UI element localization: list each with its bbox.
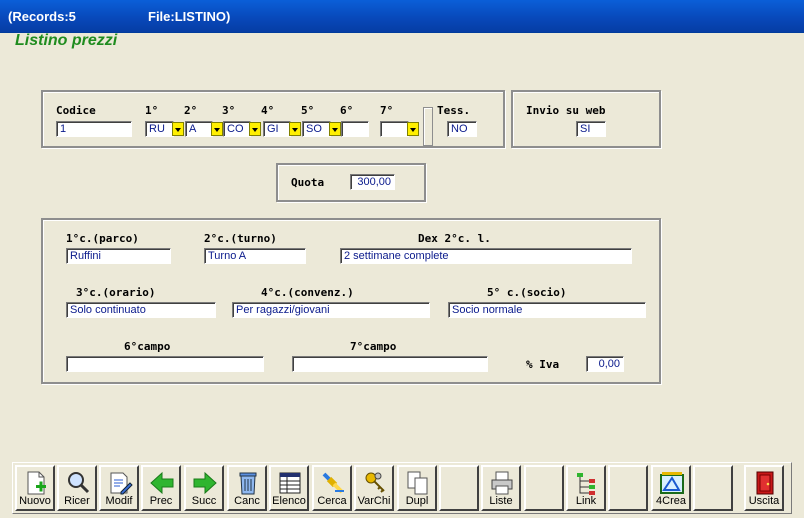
- slot-7-dropdown-icon[interactable]: [407, 122, 419, 136]
- edit-document-icon: [110, 472, 133, 495]
- parco-field[interactable]: Ruffini: [66, 248, 171, 264]
- slot-2-label: 2°: [184, 104, 198, 117]
- printer-icon: [491, 471, 513, 495]
- turno-label: 2°c.(turno): [204, 232, 277, 245]
- cerca-caption: Cerca: [317, 495, 347, 507]
- codice-field[interactable]: 1: [56, 121, 132, 137]
- quota-field[interactable]: 300,00: [350, 174, 395, 190]
- varchi-caption: VarChi: [357, 495, 391, 507]
- campo7-field[interactable]: [292, 356, 488, 372]
- modif-button[interactable]: Modif: [99, 465, 139, 511]
- title-bar: (Records:5 File:LISTINO): [0, 0, 804, 32]
- drafting-icon: [660, 472, 684, 494]
- quota-label: Quota: [291, 176, 325, 189]
- ricer-button[interactable]: Ricer: [57, 465, 97, 511]
- empty-button-4[interactable]: [693, 465, 733, 511]
- canc-caption: Canc: [234, 495, 260, 507]
- liste-caption: Liste: [489, 495, 513, 507]
- slot-6-field[interactable]: [341, 121, 369, 137]
- dex-field[interactable]: 2 settimane complete: [340, 248, 632, 264]
- duplicate-icon: [407, 471, 428, 495]
- orario-field[interactable]: Solo continuato: [66, 302, 216, 318]
- tess-field[interactable]: NO: [447, 121, 477, 137]
- empty-button-3[interactable]: [608, 465, 648, 511]
- nuovo-button[interactable]: Nuovo: [15, 465, 55, 511]
- slot-1-dropdown-icon[interactable]: [172, 122, 184, 136]
- dupl-caption: Dupl: [405, 495, 429, 507]
- prec-button[interactable]: Prec: [141, 465, 181, 511]
- arrow-left-icon: [150, 471, 174, 495]
- magnifier-icon: [68, 472, 90, 494]
- uscita-button[interactable]: Uscita: [744, 465, 784, 511]
- empty-button-2[interactable]: [524, 465, 564, 511]
- campo7-label: 7°campo: [350, 340, 397, 353]
- slot-1-label: 1°: [145, 104, 159, 117]
- orario-label: 3°c.(orario): [76, 286, 156, 299]
- cerca-button[interactable]: Cerca: [312, 465, 352, 511]
- new-document-icon: [27, 471, 46, 495]
- socio-label: 5° c.(socio): [487, 286, 567, 299]
- flashlight-icon: [322, 472, 344, 494]
- arrow-right-icon: [193, 471, 217, 495]
- dupl-button[interactable]: Dupl: [397, 465, 437, 511]
- slot-2-dropdown-icon[interactable]: [211, 122, 223, 136]
- crea-caption: 4Crea: [656, 495, 686, 507]
- varchi-button[interactable]: VarChi: [354, 465, 394, 511]
- elenco-button[interactable]: Elenco: [269, 465, 309, 511]
- iva-field[interactable]: 0,00: [586, 356, 624, 372]
- ricer-caption: Ricer: [64, 495, 90, 507]
- crea-button[interactable]: 4Crea: [651, 465, 691, 511]
- slot-7-field[interactable]: [380, 121, 409, 137]
- modif-caption: Modif: [105, 495, 133, 507]
- slot-5-dropdown-icon[interactable]: [329, 122, 341, 136]
- campo6-field[interactable]: [66, 356, 264, 372]
- turno-field[interactable]: Turno A: [204, 248, 306, 264]
- web-field[interactable]: SI: [576, 121, 606, 137]
- codes-group: [41, 90, 505, 148]
- canc-button[interactable]: Canc: [227, 465, 267, 511]
- slot-3-field[interactable]: CO: [223, 121, 251, 137]
- iva-label: % Iva: [526, 358, 560, 371]
- nuovo-caption: Nuovo: [19, 495, 51, 507]
- socio-field[interactable]: Socio normale: [448, 302, 646, 318]
- vertical-divider: [423, 107, 433, 146]
- empty-button-1[interactable]: [439, 465, 479, 511]
- slot-7-label: 7°: [380, 104, 394, 117]
- slot-2-field[interactable]: A: [185, 121, 213, 137]
- slot-4-dropdown-icon[interactable]: [289, 122, 301, 136]
- convenz-label: 4°c.(convenz.): [261, 286, 354, 299]
- records-count: (Records:5: [8, 9, 76, 24]
- slot-5-label: 5°: [301, 104, 315, 117]
- liste-button[interactable]: Liste: [481, 465, 521, 511]
- web-label: Invio su web: [526, 104, 606, 117]
- dex-label: Dex 2°c. l.: [418, 232, 491, 245]
- slot-1-field[interactable]: RU: [145, 121, 174, 137]
- campo6-label: 6°campo: [124, 340, 171, 353]
- slot-3-dropdown-icon[interactable]: [249, 122, 261, 136]
- slot-3-label: 3°: [222, 104, 236, 117]
- web-group: [511, 90, 661, 148]
- link-caption: Link: [575, 495, 597, 507]
- slot-4-field[interactable]: GI: [263, 121, 291, 137]
- form-title: Listino prezzi: [15, 32, 118, 49]
- succ-button[interactable]: Succ: [184, 465, 224, 511]
- codice-label: Codice: [56, 104, 96, 117]
- list-table-icon: [279, 472, 301, 494]
- trash-icon: [239, 472, 257, 495]
- keys-icon: [365, 472, 385, 493]
- link-button[interactable]: Link: [566, 465, 606, 511]
- slot-6-label: 6°: [340, 104, 354, 117]
- file-name: File:LISTINO): [148, 9, 231, 24]
- slot-5-field[interactable]: SO: [302, 121, 331, 137]
- slot-4-label: 4°: [261, 104, 275, 117]
- convenz-field[interactable]: Per ragazzi/giovani: [232, 302, 430, 318]
- tree-link-icon: [577, 473, 595, 495]
- elenco-caption: Elenco: [272, 495, 306, 507]
- succ-caption: Succ: [191, 495, 217, 507]
- parco-label: 1°c.(parco): [66, 232, 139, 245]
- exit-door-icon: [756, 471, 774, 495]
- tess-label: Tess.: [437, 104, 471, 117]
- uscita-caption: Uscita: [748, 495, 780, 507]
- prec-caption: Prec: [149, 495, 173, 507]
